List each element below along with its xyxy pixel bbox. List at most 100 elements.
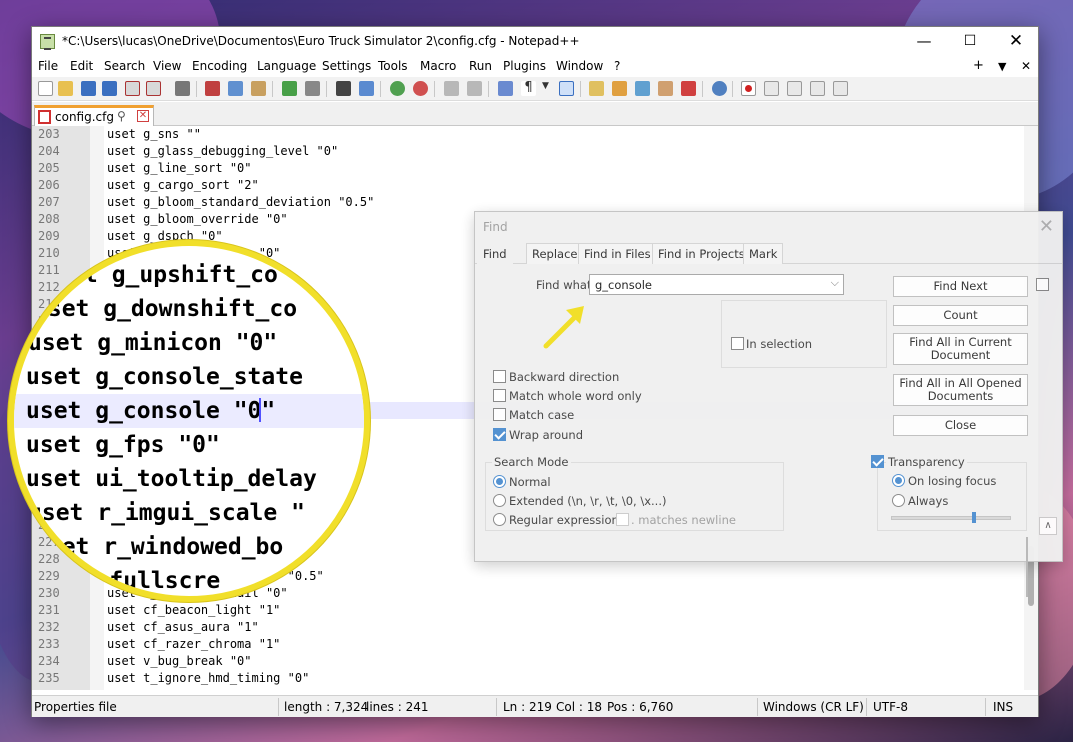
- close-all-icon[interactable]: [146, 81, 161, 96]
- function-list-icon[interactable]: [635, 81, 650, 96]
- code-line[interactable]: 204 uset g_glass_debugging_level "0": [32, 143, 1038, 160]
- always-radio[interactable]: [892, 494, 905, 507]
- in-selection-checkbox[interactable]: [731, 337, 744, 350]
- record-macro-icon[interactable]: [741, 81, 756, 96]
- code-line[interactable]: 206 uset g_cargo_sort "2": [32, 177, 1038, 194]
- sync-horizontal-icon[interactable]: [467, 81, 482, 96]
- code-line[interactable]: 207 uset g_bloom_standard_deviation "0.5": [32, 194, 1038, 211]
- find-icon[interactable]: [336, 81, 351, 96]
- chevron-down-icon[interactable]: ▼: [542, 81, 550, 96]
- find-all-opened-documents-button[interactable]: Find All in All Opened Documents: [893, 374, 1028, 406]
- eye-icon[interactable]: [712, 81, 727, 96]
- line-text[interactable]: uset g_bloom_standard_deviation "0.5": [107, 194, 374, 211]
- open-file-icon[interactable]: [58, 81, 73, 96]
- dialog-option-checkbox[interactable]: [1036, 278, 1049, 291]
- match-case-checkbox[interactable]: [493, 408, 506, 421]
- close-tab-icon[interactable]: ✕: [137, 110, 149, 122]
- line-text[interactable]: uset g_line_sort "0": [107, 160, 252, 177]
- maximize-button[interactable]: ☐: [947, 27, 993, 57]
- tab-list-button[interactable]: ▼: [998, 60, 1006, 73]
- menu-view[interactable]: View: [153, 59, 181, 73]
- menu-tools[interactable]: Tools: [378, 59, 408, 73]
- save-icon[interactable]: [81, 81, 96, 96]
- normal-radio[interactable]: [493, 475, 506, 488]
- collapse-up-icon[interactable]: ∧: [1039, 517, 1057, 535]
- code-line[interactable]: 232 uset cf_asus_aura "1": [32, 619, 1038, 636]
- copy-icon[interactable]: [228, 81, 243, 96]
- run-macro-multiple-icon[interactable]: [810, 81, 825, 96]
- cut-icon[interactable]: [205, 81, 220, 96]
- backward-direction-checkbox[interactable]: [493, 370, 506, 383]
- word-wrap-icon[interactable]: [498, 81, 513, 96]
- pin-icon[interactable]: ⚲: [117, 109, 126, 123]
- dialog-scrollbar[interactable]: [1026, 537, 1028, 597]
- chevron-down-icon[interactable]: ⌵: [831, 276, 839, 290]
- match-whole-word-checkbox[interactable]: [493, 389, 506, 402]
- wrap-around-checkbox[interactable]: [493, 428, 506, 441]
- status-encoding[interactable]: UTF-8: [873, 700, 908, 714]
- sync-vertical-icon[interactable]: [444, 81, 459, 96]
- regex-radio[interactable]: [493, 513, 506, 526]
- save-all-icon[interactable]: [102, 81, 117, 96]
- extended-radio[interactable]: [493, 494, 506, 507]
- project-panel-icon[interactable]: [681, 81, 696, 96]
- show-all-characters-icon[interactable]: ¶: [521, 81, 536, 96]
- zoom-out-icon[interactable]: [413, 81, 428, 96]
- line-text[interactable]: uset t_ignore_hmd_timing "0": [107, 670, 309, 687]
- line-text[interactable]: uset g_sns "": [107, 126, 201, 143]
- new-file-icon[interactable]: [38, 81, 53, 96]
- tab-config-cfg[interactable]: config.cfg ⚲ ✕: [34, 105, 154, 127]
- tab-find-in-files[interactable]: Find in Files: [578, 243, 657, 264]
- line-text[interactable]: uset cf_asus_aura "1": [107, 619, 259, 636]
- menu-macro[interactable]: Macro: [420, 59, 456, 73]
- menu-help[interactable]: ?: [614, 59, 620, 73]
- close-icon[interactable]: ✕: [1039, 216, 1054, 237]
- tab-mark[interactable]: Mark: [743, 243, 784, 264]
- status-eol[interactable]: Windows (CR LF): [763, 700, 864, 714]
- menu-plugins[interactable]: Plugins: [503, 59, 546, 73]
- code-line[interactable]: 203 uset g_sns "": [32, 126, 1038, 143]
- stop-macro-icon[interactable]: [764, 81, 779, 96]
- redo-icon[interactable]: [305, 81, 320, 96]
- tab-find[interactable]: Find: [477, 243, 513, 264]
- paste-icon[interactable]: [251, 81, 266, 96]
- close-tab-menu-button[interactable]: ✕: [1021, 59, 1031, 73]
- code-line[interactable]: 233 uset cf_razer_chroma "1": [32, 636, 1038, 653]
- replace-icon[interactable]: [359, 81, 374, 96]
- transparency-slider[interactable]: [891, 512, 1011, 523]
- undo-icon[interactable]: [282, 81, 297, 96]
- line-text[interactable]: uset v_bug_break "0": [107, 653, 252, 670]
- indent-guide-icon[interactable]: [559, 81, 574, 96]
- menu-language[interactable]: Language: [257, 59, 316, 73]
- menu-window[interactable]: Window: [556, 59, 603, 73]
- tab-find-in-projects[interactable]: Find in Projects: [652, 243, 751, 264]
- transparency-checkbox[interactable]: [871, 455, 884, 468]
- slider-thumb[interactable]: [972, 512, 976, 523]
- find-what-input[interactable]: g_console ⌵: [589, 274, 844, 295]
- on-losing-focus-radio[interactable]: [892, 474, 905, 487]
- save-macro-icon[interactable]: [833, 81, 848, 96]
- minimize-button[interactable]: —: [901, 27, 947, 57]
- matches-newline-checkbox[interactable]: [616, 513, 629, 526]
- code-line[interactable]: 205 uset g_line_sort "0": [32, 160, 1038, 177]
- menu-search[interactable]: Search: [104, 59, 145, 73]
- close-window-button[interactable]: ✕: [993, 27, 1039, 57]
- new-tab-button[interactable]: +: [973, 58, 984, 73]
- folder-as-workspace-icon[interactable]: [658, 81, 673, 96]
- title-bar[interactable]: *C:\Users\lucas\OneDrive\Documentos\Euro…: [32, 27, 1038, 57]
- line-text[interactable]: uset cf_beacon_light "1": [107, 602, 280, 619]
- find-all-current-document-button[interactable]: Find All in Current Document: [893, 333, 1028, 365]
- line-text[interactable]: uset cf_razer_chroma "1": [107, 636, 280, 653]
- status-insert-mode[interactable]: INS: [993, 700, 1013, 714]
- tab-replace[interactable]: Replace: [526, 243, 584, 264]
- code-line[interactable]: 234 uset v_bug_break "0": [32, 653, 1038, 670]
- count-button[interactable]: Count: [893, 305, 1028, 326]
- code-line[interactable]: 235 uset t_ignore_hmd_timing "0": [32, 670, 1038, 687]
- menu-encoding[interactable]: Encoding: [192, 59, 247, 73]
- print-icon[interactable]: [175, 81, 190, 96]
- code-line[interactable]: 231 uset cf_beacon_light "1": [32, 602, 1038, 619]
- find-next-button[interactable]: Find Next: [893, 276, 1028, 297]
- document-map-icon[interactable]: [612, 81, 627, 96]
- close-button[interactable]: Close: [893, 415, 1028, 436]
- line-text[interactable]: uset g_bloom_override "0": [107, 211, 288, 228]
